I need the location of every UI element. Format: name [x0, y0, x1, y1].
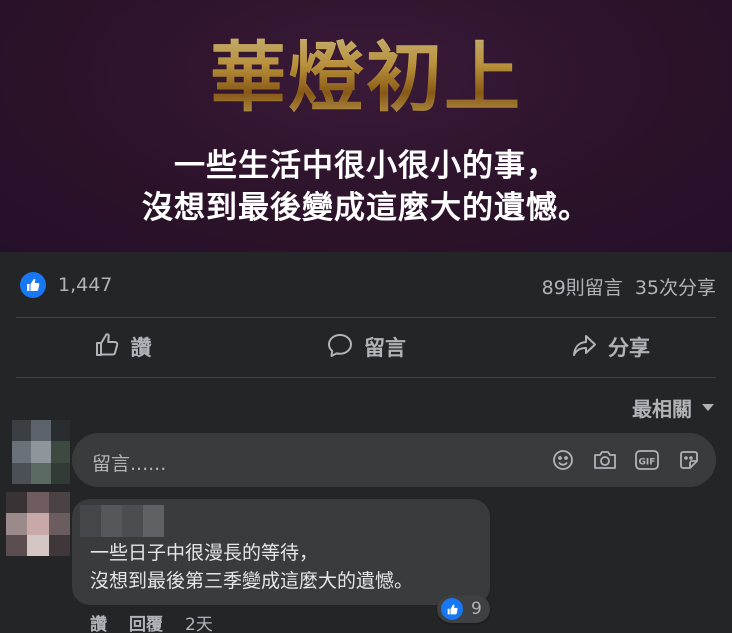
comment-reply-link[interactable]: 回覆 [129, 610, 163, 633]
comment-line-2: 沒想到最後第三季變成這麼大的遺憾。 [90, 570, 414, 592]
commenter-avatar[interactable] [6, 492, 70, 556]
commenter-name-redacted[interactable] [80, 505, 164, 537]
like-count[interactable]: 1,447 [58, 274, 112, 296]
share-arrow-icon [570, 331, 598, 364]
comment-input-placeholder: 留言...... [92, 453, 167, 475]
current-user-avatar[interactable] [12, 420, 70, 484]
comment-bubble: 一些日子中很漫長的等待， 沒想到最後第三季變成這麼大的遺憾。 [72, 499, 490, 605]
thumbs-up-icon[interactable] [20, 272, 46, 298]
comment-reaction-count: 9 [471, 599, 482, 619]
comment-line-1: 一些日子中很漫長的等待， [90, 542, 319, 564]
comment-composer[interactable]: 留言...... GIF [72, 433, 716, 487]
thumbs-up-outline-icon [93, 331, 121, 364]
smiley-icon[interactable] [550, 447, 576, 473]
post-image[interactable]: 華燈初上 一些生活中很小很小的事， 沒想到最後變成這麼大的遺憾。 [0, 0, 732, 252]
drama-logo-title: 華燈初上 [0, 16, 732, 126]
image-caption-line-1: 一些生活中很小很小的事， [174, 148, 558, 184]
speech-bubble-icon [326, 331, 354, 364]
caret-down-icon [702, 404, 714, 411]
comment-body: 一些日子中很漫長的等待， 沒想到最後第三季變成這麼大的遺憾。 [90, 539, 413, 595]
gif-icon[interactable]: GIF [634, 447, 660, 473]
sticker-icon[interactable] [676, 447, 702, 473]
like-button[interactable]: 讚 [0, 318, 244, 376]
divider [16, 377, 716, 378]
share-button[interactable]: 分享 [488, 318, 732, 376]
like-button-label: 讚 [130, 336, 152, 360]
comment-actions: 讚 回覆 2天 [90, 610, 213, 633]
thumbs-up-icon [441, 598, 463, 620]
camera-icon[interactable] [592, 447, 618, 473]
comment-like-link[interactable]: 讚 [90, 610, 107, 633]
comment-sort-dropdown[interactable]: 最相關 [632, 393, 714, 422]
comment-button[interactable]: 留言 [244, 318, 488, 376]
post-actions: 讚 留言 分享 [0, 318, 732, 376]
image-caption-line-2: 沒想到最後變成這麼大的遺憾。 [142, 190, 590, 226]
share-count[interactable]: 35次分享 [635, 273, 716, 300]
comment-count[interactable]: 89則留言 [542, 273, 623, 300]
svg-text:GIF: GIF [639, 458, 656, 468]
share-button-label: 分享 [608, 336, 650, 360]
comment-button-label: 留言 [364, 336, 406, 360]
post-stats: 1,447 89則留言 35次分享 [0, 252, 732, 316]
comment-timestamp[interactable]: 2天 [185, 610, 213, 633]
comment-reactions[interactable]: 9 [437, 595, 490, 623]
sort-label: 最相關 [632, 397, 692, 421]
